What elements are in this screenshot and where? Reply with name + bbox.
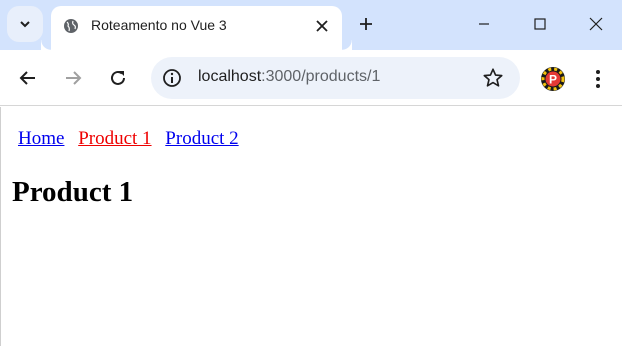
arrow-left-icon: [19, 71, 35, 85]
plus-icon: [360, 18, 372, 30]
tab-title: Roteamento no Vue 3: [91, 17, 227, 33]
router-nav: Home Product 1 Product 2: [18, 128, 248, 150]
url-path: :3000/products/1: [261, 68, 381, 85]
reload-icon: [111, 70, 125, 85]
extension-icon[interactable]: P: [540, 66, 566, 92]
page-content: Home Product 1 Product 2 Product 1: [0, 107, 622, 346]
active-tab[interactable]: Roteamento no Vue 3: [51, 6, 352, 50]
nav-link-product-1[interactable]: Product 1: [78, 128, 151, 149]
svg-text:P: P: [549, 73, 557, 87]
maximize-icon: [534, 18, 546, 30]
forward-button[interactable]: [59, 64, 87, 92]
minimize-button[interactable]: [456, 0, 512, 48]
maximize-button[interactable]: [512, 0, 568, 48]
tab-search-button[interactable]: [7, 6, 43, 42]
minimize-icon: [479, 23, 489, 25]
nav-link-home[interactable]: Home: [18, 128, 64, 149]
new-tab-button[interactable]: [354, 12, 378, 36]
arrow-right-icon: [66, 71, 82, 85]
reload-button[interactable]: [104, 64, 132, 92]
star-icon[interactable]: [482, 67, 504, 89]
browser-menu-button[interactable]: [588, 66, 608, 92]
globe-icon: [64, 19, 78, 33]
close-icon: [589, 17, 603, 31]
close-icon: [316, 20, 328, 32]
back-button[interactable]: [14, 64, 42, 92]
chevron-down-icon: [20, 21, 30, 28]
info-icon[interactable]: [162, 68, 182, 88]
tab-strip: Roteamento no Vue 3: [0, 0, 622, 50]
nav-link-product-2[interactable]: Product 2: [165, 128, 238, 149]
url-host: localhost: [198, 68, 262, 85]
kebab-menu-icon: [596, 70, 600, 88]
page-title: Product 1: [12, 176, 134, 208]
browser-toolbar: localhost:3000/products/1: [0, 50, 622, 106]
tab-close-button[interactable]: [312, 16, 332, 36]
address-bar[interactable]: localhost:3000/products/1: [151, 57, 520, 99]
window-close-button[interactable]: [568, 0, 622, 48]
url-text[interactable]: localhost:3000/products/1: [198, 68, 380, 86]
